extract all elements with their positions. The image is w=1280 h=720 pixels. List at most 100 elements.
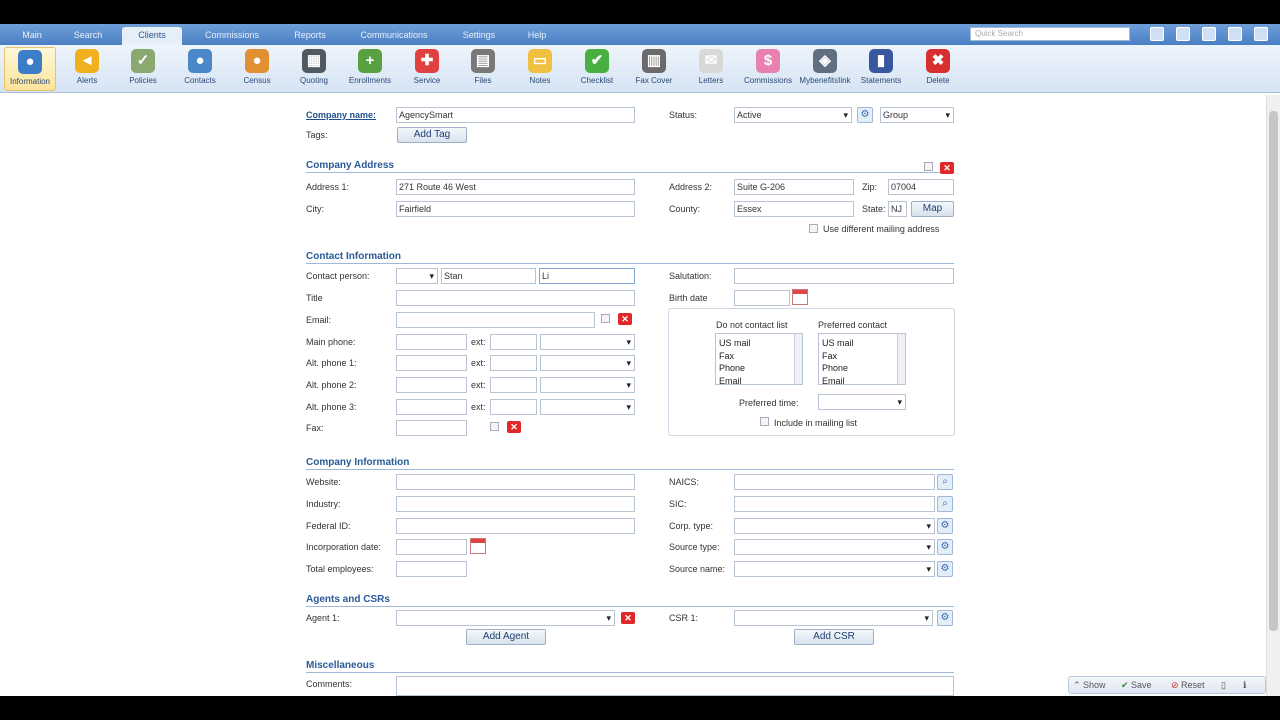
company-name-input[interactable]: AgencySmart: [396, 107, 635, 123]
show-button[interactable]: ⌃ Show: [1073, 679, 1106, 691]
settings-icon[interactable]: ⚙: [937, 539, 953, 555]
preferred-time-select[interactable]: [818, 394, 906, 410]
tab-clients[interactable]: Clients: [122, 27, 182, 45]
website-input[interactable]: [396, 474, 635, 490]
email-input[interactable]: [396, 312, 595, 328]
agent-select[interactable]: [396, 610, 615, 626]
remove-address-icon[interactable]: ✕: [940, 162, 954, 174]
list-item[interactable]: Fax: [719, 350, 802, 363]
source-name-select[interactable]: [734, 561, 935, 577]
calendar-icon[interactable]: [1176, 27, 1190, 41]
toolbar-statements[interactable]: ▮ Statements: [855, 47, 907, 91]
toolbar-information[interactable]: ● Information: [4, 47, 56, 91]
list-item[interactable]: Fax: [822, 350, 905, 363]
tab-help[interactable]: Help: [516, 27, 558, 45]
toolbar-checklist[interactable]: ✔ Checklist: [571, 47, 623, 91]
mailing-address-checkbox[interactable]: [809, 224, 818, 233]
first-name-input[interactable]: Stan: [441, 268, 536, 284]
scrollbar-thumb[interactable]: [1269, 111, 1278, 631]
save-button[interactable]: ✔ Save: [1121, 679, 1152, 691]
alt-phone3-input[interactable]: [396, 399, 467, 415]
list-item[interactable]: Email: [822, 375, 905, 388]
list-item[interactable]: US mail: [822, 337, 905, 350]
alt-phone2-input[interactable]: [396, 377, 467, 393]
address2-input[interactable]: Suite G-206: [734, 179, 854, 195]
alt-phone2-type-select[interactable]: [540, 377, 635, 393]
main-phone-ext-input[interactable]: [490, 334, 537, 350]
tab-main[interactable]: Main: [12, 27, 52, 45]
tab-settings[interactable]: Settings: [450, 27, 508, 45]
search-icon[interactable]: ⌕: [937, 474, 953, 490]
city-input[interactable]: Fairfield: [396, 201, 635, 217]
quick-search-input[interactable]: Quick Search: [970, 27, 1130, 41]
alt-phone3-type-select[interactable]: [540, 399, 635, 415]
toolbar-census[interactable]: ● Census: [231, 47, 283, 91]
tab-commissions[interactable]: Commissions: [192, 27, 272, 45]
birth-date-input[interactable]: [734, 290, 790, 306]
address1-input[interactable]: 271 Route 46 West: [396, 179, 635, 195]
fax-checkbox[interactable]: [490, 422, 499, 431]
add-agent-button[interactable]: Add Agent: [466, 629, 546, 645]
corp-type-select[interactable]: [734, 518, 935, 534]
industry-input[interactable]: [396, 496, 635, 512]
list-scrollbar[interactable]: [897, 334, 905, 384]
alt-phone1-type-select[interactable]: [540, 355, 635, 371]
total-employees-input[interactable]: [396, 561, 467, 577]
list-item[interactable]: Phone: [822, 362, 905, 375]
list-scrollbar[interactable]: [794, 334, 802, 384]
remove-agent-icon[interactable]: ✕: [621, 612, 635, 624]
title-input[interactable]: [396, 290, 635, 306]
settings-icon[interactable]: ⚙: [937, 610, 953, 626]
home-icon[interactable]: [1150, 27, 1164, 41]
reset-button[interactable]: ⊘ Reset: [1171, 679, 1205, 691]
alt-phone1-input[interactable]: [396, 355, 467, 371]
tab-reports[interactable]: Reports: [282, 27, 338, 45]
info-icon[interactable]: ℹ: [1243, 679, 1246, 691]
vertical-scrollbar[interactable]: [1266, 95, 1280, 696]
state-input[interactable]: NJ: [888, 201, 907, 217]
document-icon[interactable]: [1202, 27, 1216, 41]
include-mailing-checkbox[interactable]: [760, 417, 769, 426]
prefix-select[interactable]: [396, 268, 438, 284]
toolbar-alerts[interactable]: ◄ Alerts: [61, 47, 113, 91]
main-phone-type-select[interactable]: [540, 334, 635, 350]
county-input[interactable]: Essex: [734, 201, 854, 217]
zip-input[interactable]: 07004: [888, 179, 954, 195]
address-checkbox[interactable]: [924, 162, 933, 171]
toolbar-enrollments[interactable]: + Enrollments: [344, 47, 396, 91]
do-not-contact-list[interactable]: US mail Fax Phone Email: [715, 333, 803, 388]
group-select[interactable]: Group: [880, 107, 954, 123]
toolbar-notes[interactable]: ▭ Notes: [514, 47, 566, 91]
list-item[interactable]: Email: [719, 375, 802, 388]
fax-input[interactable]: [396, 420, 467, 436]
add-tag-button[interactable]: Add Tag: [397, 127, 467, 143]
toolbar-contacts[interactable]: ● Contacts: [174, 47, 226, 91]
settings-icon[interactable]: ⚙: [937, 518, 953, 534]
settings-icon[interactable]: ⚙: [857, 107, 873, 123]
toolbar-policies[interactable]: ✓ Policies: [117, 47, 169, 91]
last-name-input[interactable]: Li: [539, 268, 635, 284]
alt-phone2-ext-input[interactable]: [490, 377, 537, 393]
search-icon[interactable]: ⌕: [937, 496, 953, 512]
toolbar-mybenefitslink[interactable]: ◈ MybenefitsIink: [799, 47, 851, 91]
tab-communications[interactable]: Communications: [348, 27, 440, 45]
fax-remove-icon[interactable]: ✕: [507, 421, 521, 433]
print-icon[interactable]: [1228, 27, 1242, 41]
list-item[interactable]: Phone: [719, 362, 802, 375]
help-icon[interactable]: ▯: [1221, 679, 1226, 691]
source-type-select[interactable]: [734, 539, 935, 555]
sic-input[interactable]: [734, 496, 935, 512]
preferred-contact-list[interactable]: US mail Fax Phone Email: [818, 333, 906, 388]
calendar-icon[interactable]: [792, 289, 808, 305]
alt-phone3-ext-input[interactable]: [490, 399, 537, 415]
csr-select[interactable]: [734, 610, 933, 626]
toolbar-quoting[interactable]: ▦ Quoting: [288, 47, 340, 91]
incorporation-date-input[interactable]: [396, 539, 467, 555]
toolbar-commissions[interactable]: $ Commissions: [742, 47, 794, 91]
map-button[interactable]: Map: [911, 201, 954, 217]
naics-input[interactable]: [734, 474, 935, 490]
email-checkbox[interactable]: [601, 314, 610, 323]
status-select[interactable]: Active: [734, 107, 852, 123]
federal-id-input[interactable]: [396, 518, 635, 534]
main-phone-input[interactable]: [396, 334, 467, 350]
